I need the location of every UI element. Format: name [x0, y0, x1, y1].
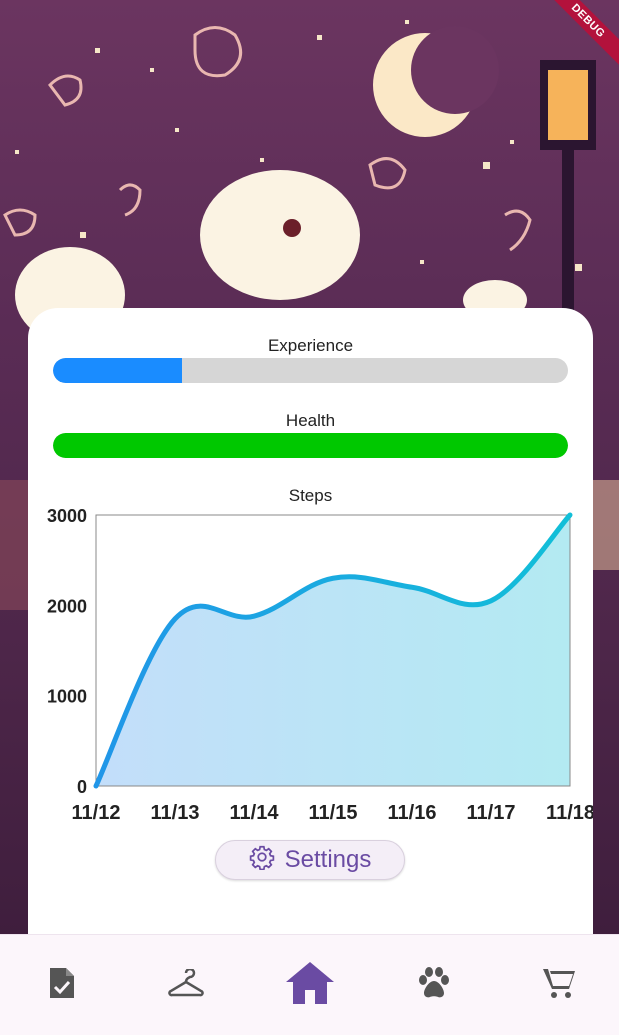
y-tick-label: 1000	[47, 687, 87, 707]
stats-card: Experience Health Steps 300020001000011/…	[28, 308, 593, 948]
x-tick-label: 11/12	[72, 802, 121, 824]
nav-item-home[interactable]	[248, 935, 372, 1035]
steps-chart: 3000 2000 1000 0 11/12 11/13 11/14 11/15 11/16 11…	[28, 308, 593, 838]
y-tick-label: 3000	[47, 506, 87, 526]
nav-item-tasks[interactable]	[0, 935, 124, 1035]
gear-icon	[249, 844, 275, 877]
nav-item-shop[interactable]	[496, 935, 619, 1035]
home-icon	[284, 960, 336, 1011]
x-tick-label: 11/13	[151, 802, 200, 824]
paw-icon	[417, 967, 451, 1004]
cart-icon	[541, 966, 575, 1005]
x-tick-label: 11/15	[309, 802, 358, 824]
x-tick-label: 11/16	[388, 802, 437, 824]
bottom-navigation-bar	[0, 934, 619, 1035]
nav-item-pets[interactable]	[372, 935, 496, 1035]
steps-area-fill	[96, 515, 570, 786]
clipboard-check-icon	[47, 966, 77, 1005]
settings-button-label: Settings	[285, 846, 372, 874]
settings-button[interactable]: Settings	[215, 840, 405, 880]
x-tick-label: 11/18	[546, 802, 593, 824]
x-tick-label: 11/14	[230, 802, 280, 824]
x-tick-label: 11/17	[467, 802, 516, 824]
y-tick-label: 0	[77, 777, 87, 797]
nav-item-wardrobe[interactable]	[124, 935, 248, 1035]
y-tick-label: 2000	[47, 596, 87, 616]
hanger-icon	[168, 969, 204, 1002]
